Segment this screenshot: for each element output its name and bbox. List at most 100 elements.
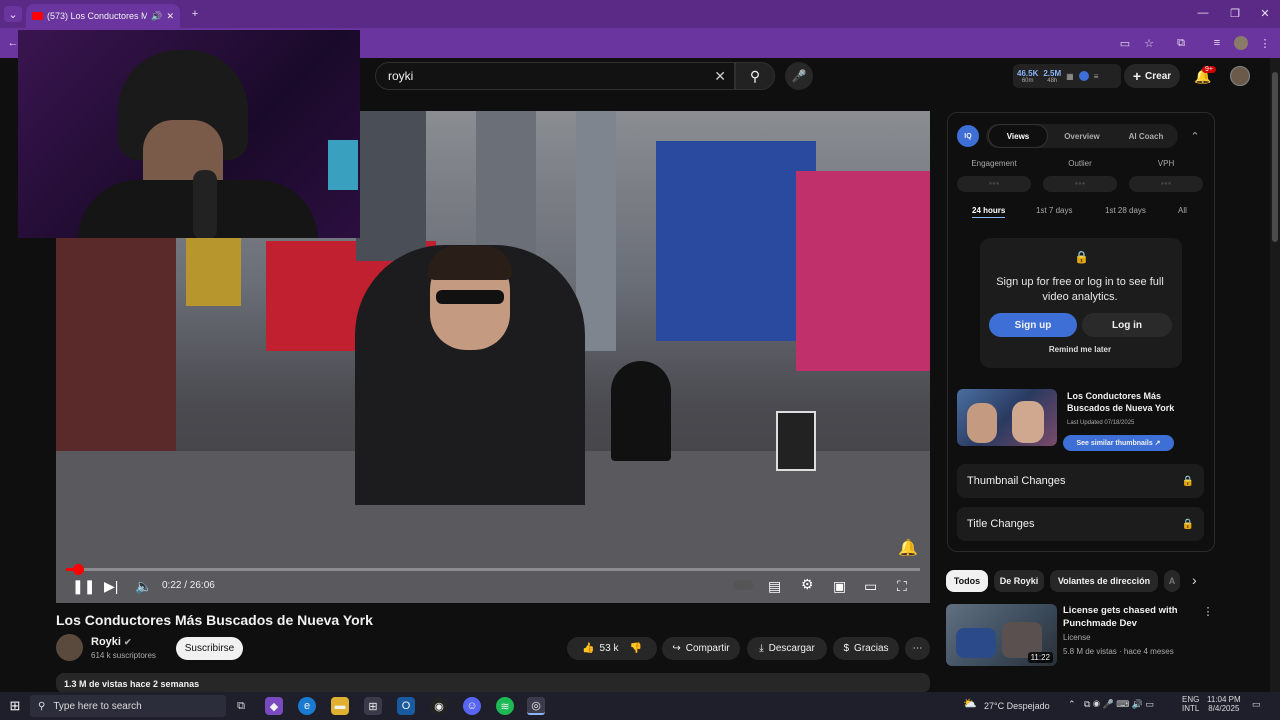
taskbar-search-box[interactable]: ⚲ Type here to search [30,695,226,717]
miniplayer-icon[interactable]: ▣ [833,578,846,595]
fullscreen-icon[interactable]: ⛶ [897,578,907,595]
chip-volantes[interactable]: Volantes de dirección [1050,570,1158,592]
discord-icon[interactable]: ☺ [463,697,481,715]
voice-search-button[interactable]: 🎤 [785,62,813,90]
title-changes-row[interactable]: Title Changes 🔒 [957,507,1204,541]
tab-overview[interactable]: Overview [1052,124,1112,148]
range-24-hours[interactable]: 24 hours [972,206,1006,218]
recommendation-channel[interactable]: License [1063,633,1091,642]
scrollbar-thumb[interactable] [1272,72,1278,242]
share-icon: ↪ [672,643,681,654]
download-icon: ⤓ [759,643,764,654]
more-dots-icon: ⋯ [912,643,923,654]
close-window-button[interactable]: ✕ [1258,6,1272,20]
copilot-icon[interactable]: ◆ [265,697,283,715]
stat-sub: 60m [1021,77,1034,84]
tab-views[interactable]: Views [988,124,1048,148]
tab-search-icon[interactable]: ⌄ [4,6,22,22]
spotify-icon[interactable]: ≋ [496,697,514,715]
pause-icon[interactable]: ❚❚ [72,578,95,595]
tab-close-icon[interactable]: ✕ [166,11,174,22]
range-28-days[interactable]: 1st 28 days [1105,206,1146,215]
obs-icon[interactable]: ◉ [430,697,448,715]
search-button[interactable]: ⚲ [735,62,775,90]
video-scrubber-handle[interactable] [72,564,84,575]
collapse-chevron-icon[interactable]: ⌃ [1189,130,1201,143]
weather-text[interactable]: 27°C Despejado [984,701,1050,711]
microphone-icon: 🎤 [791,69,807,83]
store-icon[interactable]: ⊞ [364,697,382,715]
browser-menu-icon[interactable]: ⋮ [1258,36,1272,50]
task-view-icon[interactable]: ⧉ [232,697,250,715]
like-count: 53 k [599,643,619,654]
more-actions-button[interactable]: ⋯ [905,637,930,660]
range-7-days[interactable]: 1st 7 days [1036,206,1072,215]
tab-ai-coach[interactable]: AI Coach [1116,124,1176,148]
chrome-icon[interactable]: ◎ [527,697,545,715]
like-dislike-group: 👍 53 k 👎 [567,637,657,660]
chips-next-chevron-icon[interactable]: › [1192,572,1197,588]
restore-button[interactable]: ❐ [1228,6,1242,20]
subscribe-button[interactable]: Suscribirse [176,637,243,660]
new-tab-button[interactable]: + [188,6,202,22]
vidiq-thumbnail[interactable] [957,389,1057,446]
create-button[interactable]: + Crear [1124,64,1180,88]
like-button[interactable]: 👍 53 k [582,643,618,654]
subtitles-icon[interactable]: ▤ [768,578,781,595]
clock[interactable]: 11:04 PM 8/4/2025 [1207,695,1241,713]
volume-icon[interactable]: 🔈 [135,578,152,595]
file-explorer-icon[interactable]: ▬ [331,697,349,715]
account-avatar[interactable] [1230,66,1250,86]
next-video-icon[interactable]: ▶| [104,578,118,595]
tab-audio-icon[interactable]: 🔊 [151,11,162,22]
remind-later-link[interactable]: Remind me later [990,345,1170,354]
page-scrollbar[interactable] [1270,58,1280,692]
stat-views-48h: 2.5M 48h [1043,69,1061,84]
thanks-button[interactable]: $ Gracias [833,637,899,660]
thumbnail-changes-row[interactable]: Thumbnail Changes 🔒 [957,464,1204,498]
webcam-monitor [328,140,358,190]
settings-gear-icon[interactable]: ⚙ [801,576,814,593]
outlook-icon[interactable]: O [397,697,415,715]
bookmark-star-icon[interactable]: ☆ [1142,36,1156,50]
vidiq-thumbnail-title: Los Conductores Más Buscados de Nueva Yo… [1067,391,1175,413]
browser-tab-youtube[interactable]: (573) Los Conductores Más 🔊 ✕ [26,4,180,28]
channel-name[interactable]: Royki ✔ [91,636,132,648]
windows-start-icon[interactable]: ⊞ [6,697,24,715]
notification-center-icon[interactable]: ▭ [1252,699,1261,710]
clear-search-icon[interactable]: ✕ [714,68,726,85]
recommendation-menu-icon[interactable]: ⋮ [1202,604,1214,618]
tray-expand-icon[interactable]: ⌃ [1068,699,1076,710]
download-button[interactable]: ⤓ Descargar [747,637,827,660]
chip-de-royki[interactable]: De Royki [994,570,1044,592]
login-button[interactable]: Log in [1082,313,1172,337]
edge-browser-icon[interactable]: e [298,697,316,715]
metric-outlier-label: Outlier [1068,159,1092,168]
notification-bell-overlay-icon[interactable]: 🔔 [898,538,918,558]
signup-button[interactable]: Sign up [989,313,1077,337]
notification-count-badge: 9+ [1202,66,1216,73]
media-control-icon[interactable]: ≡ [1210,36,1224,50]
tray-icons[interactable]: ⧉ ◉ 🎤 ⌨ 🔊 ▭ [1084,699,1154,710]
description-box[interactable]: 1.3 M de vistas hace 2 semanas [56,673,930,693]
theater-mode-icon[interactable]: ▭ [864,578,877,595]
minimize-button[interactable]: — [1196,6,1210,20]
recommendation-title[interactable]: License gets chased with Punchmade Dev [1063,604,1193,630]
chip-more[interactable]: A [1164,570,1180,592]
cast-icon[interactable]: ▭ [1118,36,1132,50]
dislike-icon[interactable]: 👎 [629,643,641,654]
search-input[interactable]: royki ✕ [375,62,735,90]
profile-avatar-icon[interactable] [1234,36,1248,50]
recommendation-thumbnail[interactable]: 11:22 [946,604,1057,666]
range-all[interactable]: All [1178,206,1187,215]
extensions-icon[interactable]: ⧉ [1174,36,1188,50]
scene-billboard [656,141,816,341]
see-similar-thumbnails-button[interactable]: See similar thumbnails ↗ [1063,435,1174,451]
share-button[interactable]: ↪ Compartir [662,637,740,660]
autoplay-toggle[interactable] [733,580,753,590]
vidiq-header-stats[interactable]: 46.5K 60m 2.5M 48h ▦ ≡ [1013,64,1121,88]
video-progress-bar[interactable] [66,564,920,575]
language-indicator[interactable]: ENG INTL [1182,695,1199,713]
chip-todos[interactable]: Todos [946,570,988,592]
channel-avatar[interactable] [56,634,83,661]
